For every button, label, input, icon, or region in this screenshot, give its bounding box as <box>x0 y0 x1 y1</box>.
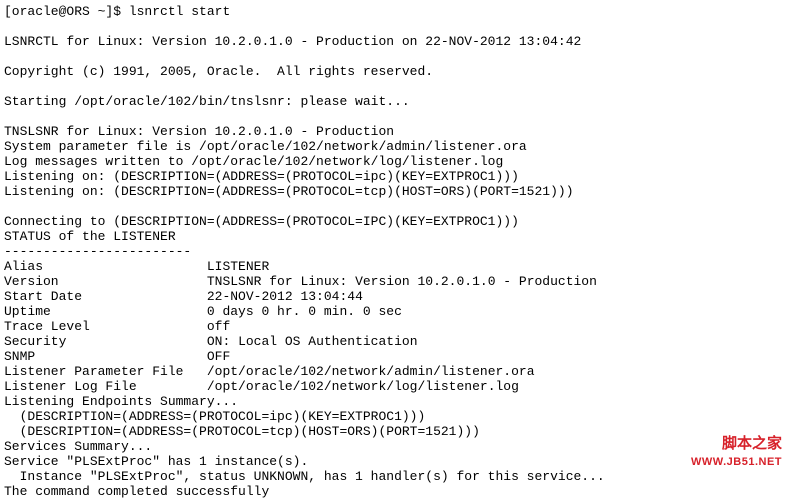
shell-prompt: [oracle@ORS ~]$ <box>4 4 129 19</box>
listening-line: Listening on: (DESCRIPTION=(ADDRESS=(PRO… <box>4 169 519 184</box>
tnslsnr-line: TNSLSNR for Linux: Version 10.2.0.1.0 - … <box>4 124 394 139</box>
dashes-line: ------------------------ <box>4 244 191 259</box>
endpoint-line: (DESCRIPTION=(ADDRESS=(PROTOCOL=tcp)(HOS… <box>4 424 480 439</box>
status-row: Listener Log File /opt/oracle/102/networ… <box>4 379 519 394</box>
connecting-line: Connecting to (DESCRIPTION=(ADDRESS=(PRO… <box>4 214 519 229</box>
service-line: Service "PLSExtProc" has 1 instance(s). <box>4 454 308 469</box>
status-row: Version TNSLSNR for Linux: Version 10.2.… <box>4 274 597 289</box>
command-text: lsnrctl start <box>129 4 230 19</box>
sys-param-line: System parameter file is /opt/oracle/102… <box>4 139 527 154</box>
status-row: Alias LISTENER <box>4 259 269 274</box>
status-row: SNMP OFF <box>4 349 230 364</box>
status-row: Listener Parameter File /opt/oracle/102/… <box>4 364 535 379</box>
log-msgs-line: Log messages written to /opt/oracle/102/… <box>4 154 503 169</box>
listening-line: Listening on: (DESCRIPTION=(ADDRESS=(PRO… <box>4 184 574 199</box>
starting-line: Starting /opt/oracle/102/bin/tnslsnr: pl… <box>4 94 410 109</box>
status-row: Trace Level off <box>4 319 230 334</box>
completed-line: The command completed successfully <box>4 484 269 499</box>
banner-line: LSNRCTL for Linux: Version 10.2.0.1.0 - … <box>4 34 581 49</box>
status-row: Security ON: Local OS Authentication <box>4 334 418 349</box>
endpoints-header: Listening Endpoints Summary... <box>4 394 238 409</box>
services-header: Services Summary... <box>4 439 152 454</box>
status-row: Start Date 22-NOV-2012 13:04:44 <box>4 289 363 304</box>
copyright-line: Copyright (c) 1991, 2005, Oracle. All ri… <box>4 64 433 79</box>
endpoint-line: (DESCRIPTION=(ADDRESS=(PROTOCOL=ipc)(KEY… <box>4 409 425 424</box>
status-row: Uptime 0 days 0 hr. 0 min. 0 sec <box>4 304 402 319</box>
status-header: STATUS of the LISTENER <box>4 229 176 244</box>
instance-line: Instance "PLSExtProc", status UNKNOWN, h… <box>4 469 605 484</box>
terminal-output: [oracle@ORS ~]$ lsnrctl start LSNRCTL fo… <box>0 0 788 501</box>
